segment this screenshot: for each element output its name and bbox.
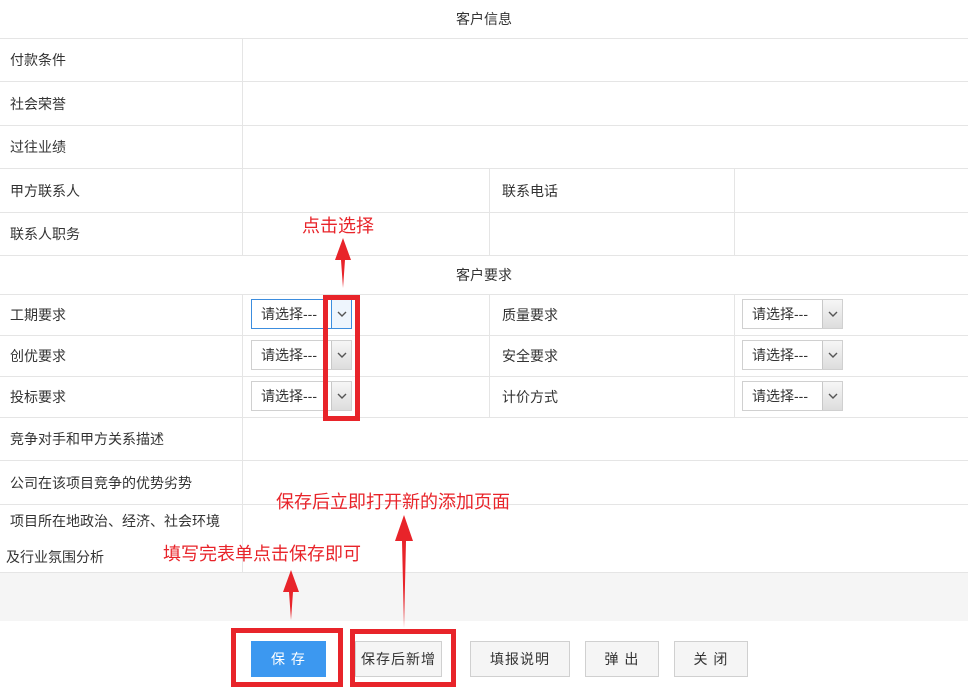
field-label: 社会荣誉 bbox=[0, 82, 243, 125]
field-label: 联系人职务 bbox=[0, 213, 243, 255]
field-label: 联系电话 bbox=[489, 169, 735, 212]
form-row-bid-pricing: 投标要求 计价方式 请选择--- 请选择--- bbox=[0, 377, 968, 418]
empty-cell bbox=[489, 213, 735, 255]
safety-select[interactable]: 请选择--- bbox=[742, 340, 843, 370]
highlight-box-save-and-new bbox=[350, 629, 456, 687]
field-label: 计价方式 bbox=[489, 377, 735, 417]
popup-button[interactable]: 弹 出 bbox=[585, 641, 659, 677]
section-header-customer-info: 客户信息 bbox=[0, 0, 968, 39]
arrow-up-icon bbox=[283, 570, 299, 620]
form-row-excellence-safety: 创优要求 安全要求 请选择--- 请选择--- bbox=[0, 336, 968, 377]
quality-select[interactable]: 请选择--- bbox=[742, 299, 843, 329]
chevron-down-icon[interactable] bbox=[822, 341, 842, 369]
section-header-customer-requirements: 客户要求 bbox=[0, 256, 968, 295]
field-label: 过往业绩 bbox=[0, 126, 243, 168]
select-value: 请选择--- bbox=[752, 306, 808, 322]
field-label: 竞争对手和甲方关系描述 bbox=[0, 418, 243, 460]
form-row-social-honors: 社会荣誉 bbox=[0, 82, 968, 126]
field-label: 投标要求 bbox=[0, 377, 243, 417]
field-label: 质量要求 bbox=[489, 295, 735, 335]
highlight-box-select-arrows bbox=[323, 295, 360, 421]
field-label: 公司在该项目竞争的优势劣势 bbox=[0, 461, 243, 504]
form-row-contact-position: 联系人职务 bbox=[0, 213, 968, 256]
field-label: 工期要求 bbox=[0, 295, 243, 335]
field-label: 甲方联系人 bbox=[0, 169, 243, 212]
annotation-click-select: 点击选择 bbox=[302, 216, 374, 237]
field-label-line: 项目所在地政治、经济、社会环境 bbox=[10, 512, 220, 529]
field-label: 付款条件 bbox=[0, 39, 243, 81]
chevron-down-icon[interactable] bbox=[822, 300, 842, 328]
select-value: 请选择--- bbox=[261, 347, 317, 363]
select-value: 请选择--- bbox=[752, 347, 808, 363]
select-value: 请选择--- bbox=[261, 388, 317, 404]
arrow-up-icon bbox=[395, 515, 413, 628]
footer-spacer bbox=[0, 573, 968, 621]
form-row-payment-terms: 付款条件 bbox=[0, 39, 968, 82]
select-value: 请选择--- bbox=[261, 306, 317, 322]
select-value: 请选择--- bbox=[752, 388, 808, 404]
form-row-competitor: 竞争对手和甲方关系描述 bbox=[0, 418, 968, 461]
annotation-fill-and-save: 填写完表单点击保存即可 bbox=[163, 544, 361, 565]
field-label: 创优要求 bbox=[0, 336, 243, 376]
highlight-box-save bbox=[231, 628, 343, 687]
form-row-environment: 项目所在地政治、经济、社会环境 及行业氛围分析 bbox=[0, 505, 968, 573]
fill-instructions-button[interactable]: 填报说明 bbox=[470, 641, 570, 677]
close-button[interactable]: 关 闭 bbox=[674, 641, 748, 677]
section-title: 客户信息 bbox=[456, 11, 512, 27]
section-title: 客户要求 bbox=[456, 267, 512, 283]
pricing-select[interactable]: 请选择--- bbox=[742, 381, 843, 411]
annotation-save-open-new: 保存后立即打开新的添加页面 bbox=[276, 492, 510, 513]
field-label: 安全要求 bbox=[489, 336, 735, 376]
chevron-down-icon[interactable] bbox=[822, 382, 842, 410]
field-label-line: 及行业氛围分析 bbox=[6, 548, 104, 565]
form-row-past-performance: 过往业绩 bbox=[0, 126, 968, 169]
form-row-duration-quality: 工期要求 质量要求 请选择--- 请选择--- bbox=[0, 295, 968, 336]
form-row-contact: 甲方联系人 联系电话 bbox=[0, 169, 968, 213]
arrow-up-icon bbox=[335, 238, 351, 288]
